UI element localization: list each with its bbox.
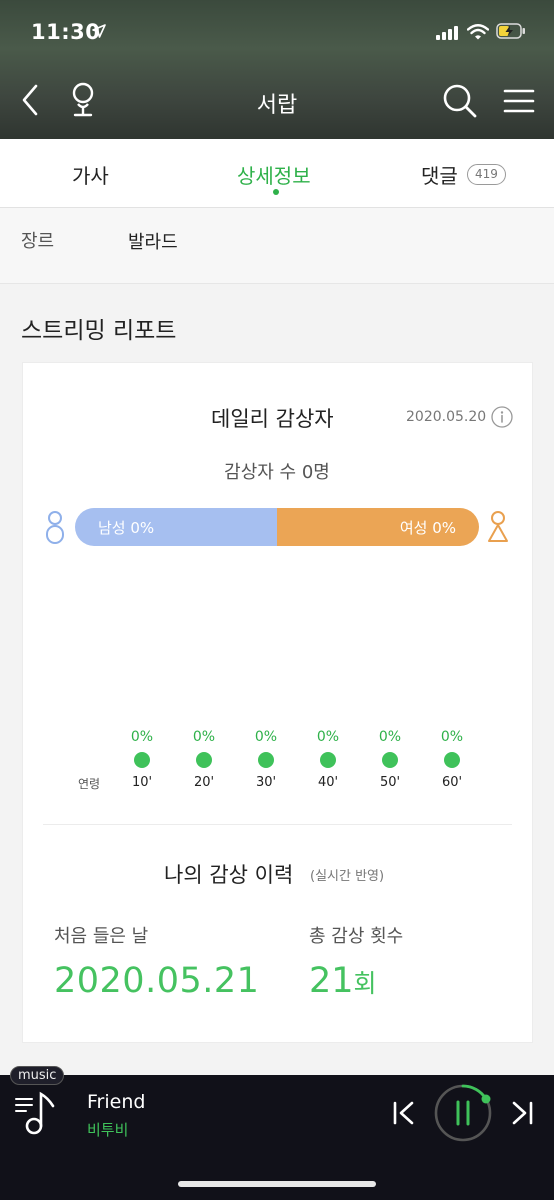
male-share-bar: 남성 0%	[75, 508, 277, 546]
age-group-label: 20'	[193, 775, 215, 790]
gender-ratio-bar: 남성 0% 여성 0%	[75, 508, 479, 546]
first-listened-date: 2020.05.21	[54, 961, 260, 1001]
daily-listeners-title: 데일리 감상자	[211, 407, 334, 431]
female-share-label: 여성 0%	[399, 519, 456, 537]
female-person-icon	[488, 511, 508, 542]
wifi-icon	[467, 24, 489, 40]
age-dot	[258, 752, 274, 768]
total-plays-label: 총 감상 횟수	[309, 926, 404, 947]
tab-detail[interactable]: 상세정보	[237, 160, 311, 189]
female-share-bar: 여성 0%	[277, 508, 479, 546]
my-history-subtitle: (실시간 반영)	[310, 869, 385, 884]
age-group-label: 40'	[317, 775, 339, 790]
age-group-label: 50'	[379, 775, 401, 790]
male-person-icon	[46, 511, 64, 544]
age-group-label: 30'	[255, 775, 277, 790]
total-plays-value: 21회	[309, 961, 377, 1001]
header: 11:30 서랍	[0, 0, 554, 139]
music-badge: music	[10, 1066, 65, 1085]
tab-comments[interactable]: 댓글	[421, 160, 458, 189]
age-axis-label: 연령	[78, 777, 101, 791]
tab-lyrics[interactable]: 가사	[72, 160, 109, 189]
age-group-label: 60'	[441, 775, 463, 790]
genre-row: 장르 발라드	[0, 208, 554, 284]
age-percent: 0%	[192, 729, 216, 745]
my-history-title: 나의 감상 이력	[164, 863, 294, 887]
music-note-icon	[25, 1091, 55, 1135]
menu-icon[interactable]	[503, 88, 535, 114]
status-bar: 11:30	[0, 0, 554, 66]
previous-track-icon[interactable]	[392, 1101, 416, 1125]
age-dot	[134, 752, 150, 768]
pause-button[interactable]	[433, 1083, 493, 1143]
age-percent: 0%	[378, 729, 402, 745]
next-track-icon[interactable]	[510, 1101, 534, 1125]
male-share-label: 남성 0%	[98, 519, 155, 537]
streaming-report-title: 스트리밍 리포트	[21, 318, 177, 344]
song-title: Friend	[87, 1091, 146, 1113]
status-time: 11:30	[31, 20, 101, 44]
comment-count-badge: 419	[467, 164, 506, 185]
total-plays-number: 21	[309, 961, 354, 1001]
genre-label: 장르	[21, 231, 55, 252]
info-icon[interactable]	[491, 406, 513, 428]
age-percent: 0%	[316, 729, 340, 745]
age-percent: 0%	[130, 729, 154, 745]
divider	[43, 824, 512, 825]
listener-count: 감상자 수 0명	[224, 462, 330, 483]
age-dot	[196, 752, 212, 768]
genre-value: 발라드	[128, 232, 178, 253]
song-artist: 비투비	[87, 1121, 129, 1139]
battery-icon	[496, 23, 525, 39]
age-dot	[320, 752, 336, 768]
age-group-label: 10'	[131, 775, 153, 790]
age-dot	[382, 752, 398, 768]
active-tab-indicator	[273, 189, 279, 195]
nav-bar: 서랍	[0, 66, 554, 139]
daily-date: 2020.05.20	[406, 409, 487, 425]
tab-bar: 가사 상세정보 댓글 419	[0, 139, 554, 208]
age-dot	[444, 752, 460, 768]
total-plays-unit: 회	[353, 969, 377, 998]
cellular-signal-icon	[436, 26, 458, 40]
search-icon[interactable]	[442, 83, 478, 119]
age-percent: 0%	[440, 729, 464, 745]
age-percent: 0%	[254, 729, 278, 745]
home-indicator[interactable]	[178, 1181, 376, 1187]
location-arrow-icon	[92, 24, 106, 38]
first-listened-label: 처음 들은 날	[54, 926, 149, 947]
